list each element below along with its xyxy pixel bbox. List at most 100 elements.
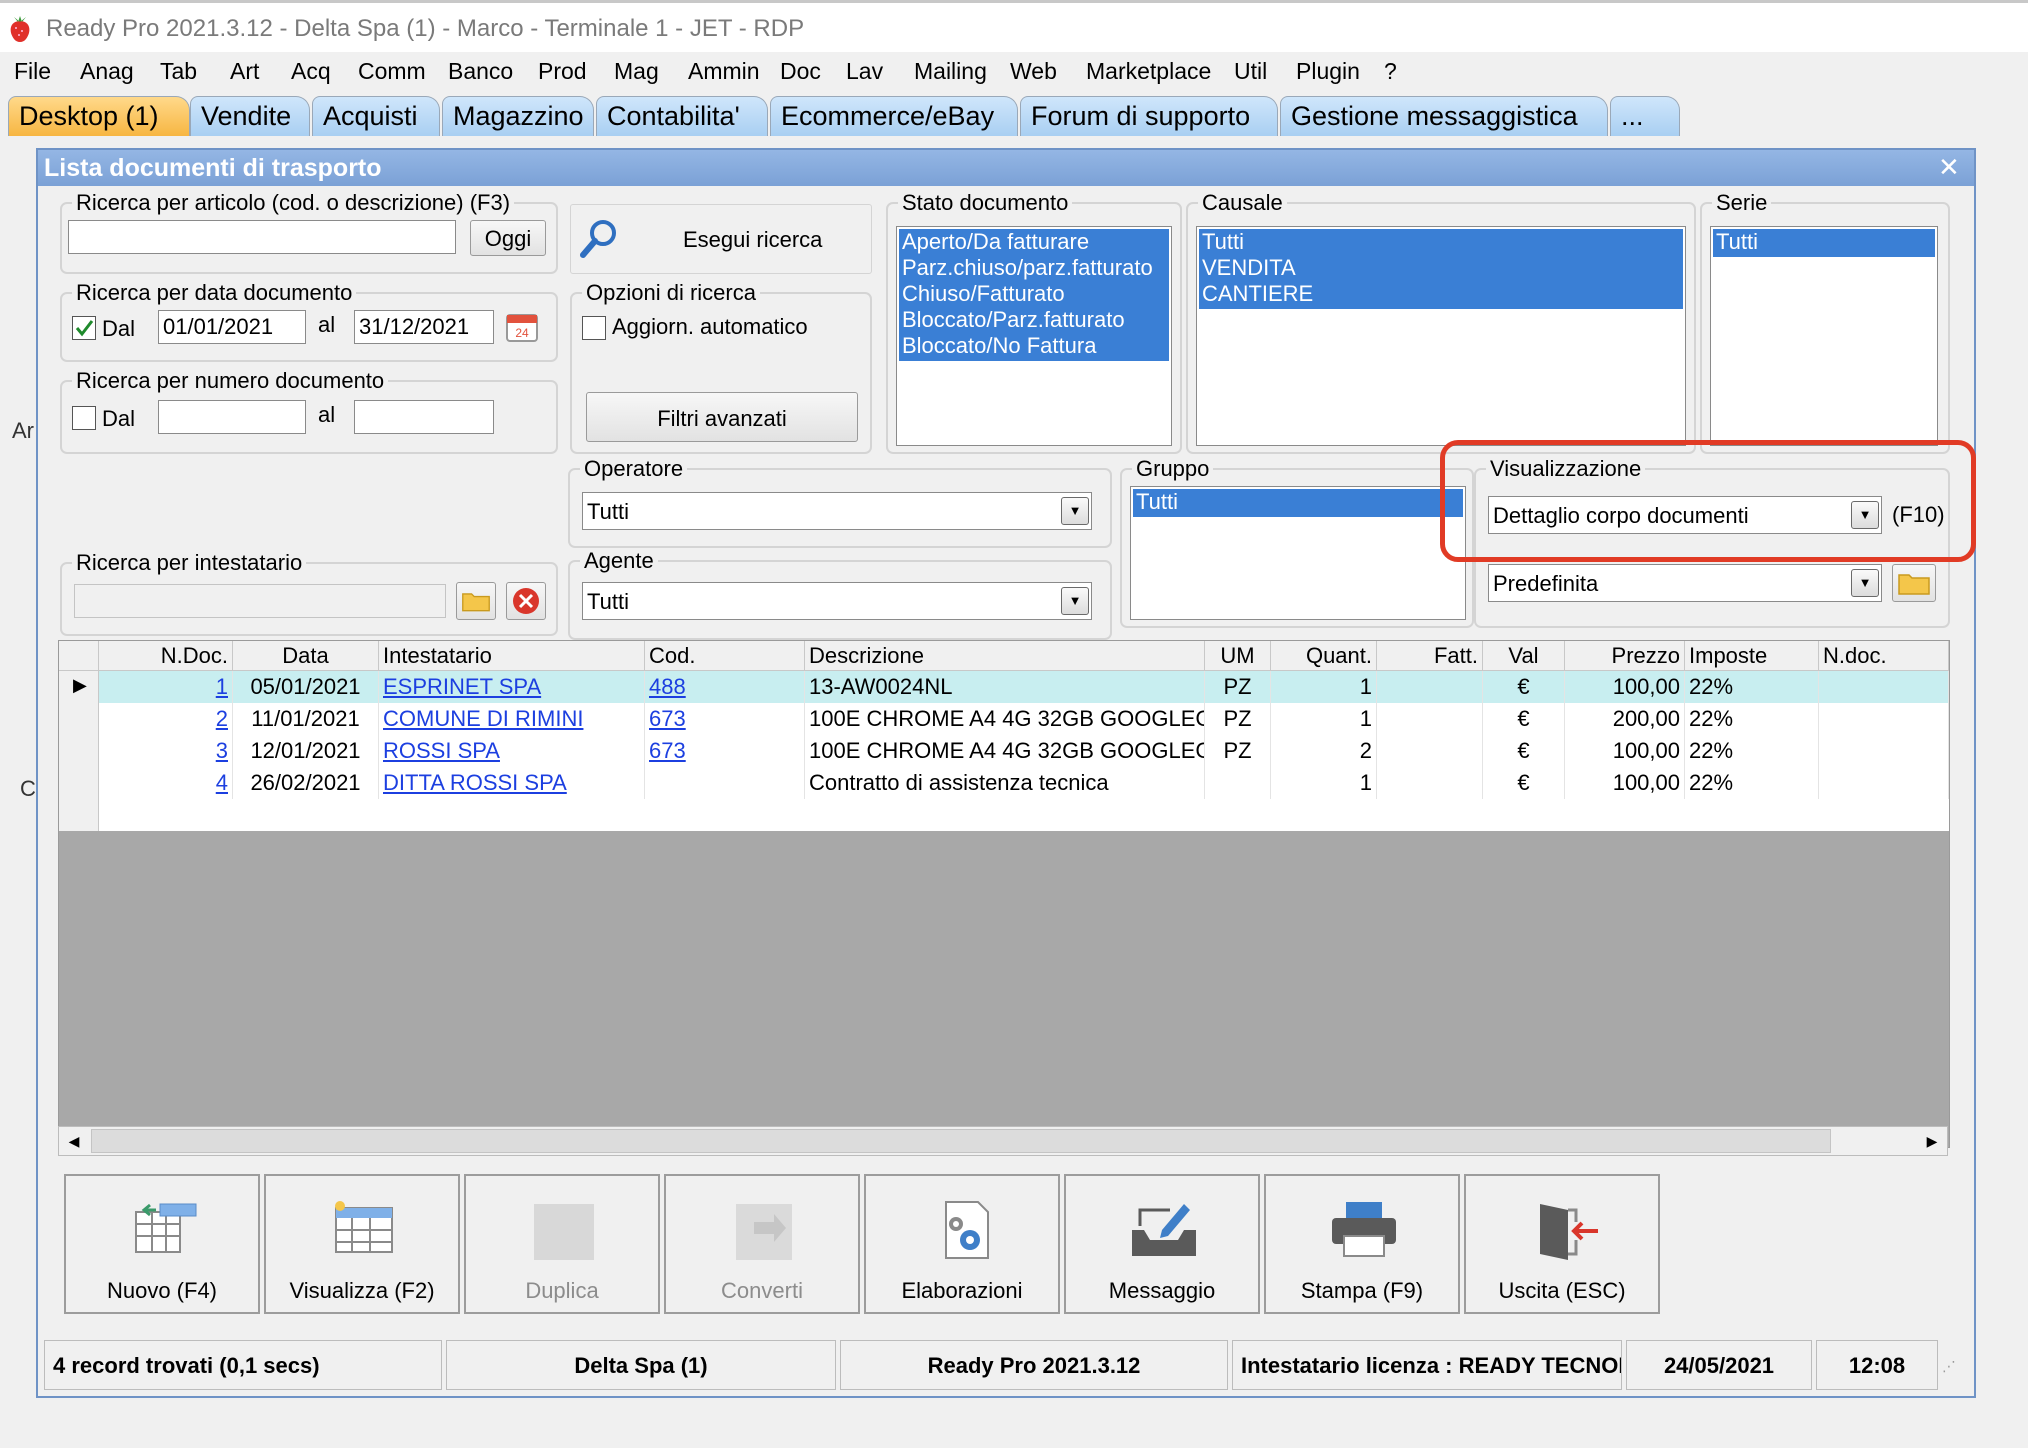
menu-prod[interactable]: Prod <box>538 58 587 85</box>
date-from-input[interactable]: 01/01/2021 <box>158 310 306 344</box>
menu-art[interactable]: Art <box>230 58 259 85</box>
auto-update-checkbox[interactable] <box>582 316 606 340</box>
today-button[interactable]: Oggi <box>470 220 546 256</box>
advanced-filters-button[interactable]: Filtri avanzati <box>586 392 858 442</box>
cell-intestatario[interactable]: ESPRINET SPA <box>383 674 541 699</box>
menu-util[interactable]: Util <box>1234 58 1267 85</box>
table-row[interactable]: 4 26/02/2021 DITTA ROSSI SPA Contratto d… <box>59 767 1949 799</box>
cell-cod[interactable]: 673 <box>649 738 686 763</box>
column-header-intestatario[interactable]: Intestatario <box>379 641 645 671</box>
menu-banco[interactable]: Banco <box>448 58 513 85</box>
print-button[interactable]: Stampa (F9) <box>1264 1174 1460 1314</box>
cell-intestatario[interactable]: DITTA ROSSI SPA <box>383 770 567 795</box>
menu-plugin[interactable]: Plugin <box>1296 58 1360 85</box>
column-header-data[interactable]: Data <box>233 641 379 671</box>
table-row-empty[interactable] <box>59 799 1949 831</box>
agente-select[interactable]: Tutti ▼ <box>582 582 1092 620</box>
table-row[interactable]: 2 11/01/2021 COMUNE DI RIMINI 673 100E C… <box>59 703 1949 735</box>
convert-button[interactable]: Converti <box>664 1174 860 1314</box>
menu-mailing[interactable]: Mailing <box>914 58 987 85</box>
serie-list[interactable]: Tutti <box>1710 226 1938 446</box>
cell-ndoc[interactable]: 4 <box>216 770 228 795</box>
menu-ammin[interactable]: Ammin <box>688 58 760 85</box>
menu-anag[interactable]: Anag <box>80 58 134 85</box>
cell-intestatario[interactable]: COMUNE DI RIMINI <box>383 706 583 731</box>
tab-forum[interactable]: Forum di supporto <box>1020 96 1278 136</box>
list-item[interactable]: Aperto/Da fatturare <box>899 229 1169 255</box>
view-button[interactable]: Visualizza (F2) <box>264 1174 460 1314</box>
folder-button[interactable] <box>1892 564 1936 602</box>
cell-cod[interactable]: 673 <box>649 706 686 731</box>
column-header-fatt[interactable]: Fatt. <box>1377 641 1483 671</box>
holder-search-input[interactable] <box>74 584 446 618</box>
number-from-input[interactable] <box>158 400 306 434</box>
menu-file[interactable]: File <box>14 58 51 85</box>
tab-magazzino[interactable]: Magazzino <box>442 96 594 136</box>
column-header-ndoc[interactable]: N.Doc. <box>99 641 233 671</box>
menu-lav[interactable]: Lav <box>846 58 883 85</box>
tab-desktop[interactable]: Desktop (1) <box>8 96 190 136</box>
column-header-ndoc2[interactable]: N.doc. <box>1819 641 1949 671</box>
list-item[interactable]: Parz.chiuso/parz.fatturato <box>899 255 1169 281</box>
menu-mag[interactable]: Mag <box>614 58 659 85</box>
tab-more[interactable]: ... <box>1610 96 1680 136</box>
menu-acq[interactable]: Acq <box>291 58 331 85</box>
menu-tab[interactable]: Tab <box>160 58 197 85</box>
calendar-icon[interactable]: 24 <box>504 310 540 344</box>
cell-ndoc[interactable]: 3 <box>216 738 228 763</box>
column-header-descrizione[interactable]: Descrizione <box>805 641 1205 671</box>
list-item[interactable]: Tutti <box>1713 229 1935 255</box>
tab-acquisti[interactable]: Acquisti <box>312 96 440 136</box>
holder-folder-button[interactable] <box>456 582 496 620</box>
article-search-input[interactable] <box>68 220 456 254</box>
list-item[interactable]: Bloccato/No Fattura <box>899 333 1169 359</box>
causale-list[interactable]: Tutti VENDITA CANTIERE <box>1196 226 1686 446</box>
column-header-cod[interactable]: Cod. <box>645 641 805 671</box>
column-header-imposte[interactable]: Imposte <box>1685 641 1819 671</box>
document-status-list[interactable]: Aperto/Da fatturare Parz.chiuso/parz.fat… <box>896 226 1172 446</box>
column-header-val[interactable]: Val <box>1483 641 1565 671</box>
number-from-checkbox[interactable] <box>72 406 96 430</box>
chevron-down-icon[interactable]: ▼ <box>1061 587 1089 615</box>
scroll-right-icon[interactable]: ▶ <box>1917 1127 1947 1155</box>
column-header-prezzo[interactable]: Prezzo <box>1565 641 1685 671</box>
list-item[interactable]: Tutti <box>1199 229 1683 255</box>
date-to-input[interactable]: 31/12/2021 <box>354 310 494 344</box>
close-icon[interactable]: ✕ <box>1938 152 1960 183</box>
scroll-left-icon[interactable]: ◀ <box>59 1127 89 1155</box>
run-search-button[interactable]: Esegui ricerca <box>570 204 872 274</box>
column-header-um[interactable]: UM <box>1205 641 1271 671</box>
operatore-select[interactable]: Tutti ▼ <box>582 492 1092 530</box>
list-item[interactable]: Tutti <box>1133 489 1463 515</box>
tab-contabilita[interactable]: Contabilita' <box>596 96 768 136</box>
list-item[interactable]: Chiuso/Fatturato <box>899 281 1169 307</box>
menu-web[interactable]: Web <box>1010 58 1057 85</box>
list-item[interactable]: VENDITA <box>1199 255 1683 281</box>
number-to-input[interactable] <box>354 400 494 434</box>
layout-select[interactable]: Predefinita ▼ <box>1488 564 1882 602</box>
table-row[interactable]: 3 12/01/2021 ROSSI SPA 673 100E CHROME A… <box>59 735 1949 767</box>
horizontal-scrollbar[interactable]: ◀ ▶ <box>58 1126 1948 1156</box>
elaborations-button[interactable]: Elaborazioni <box>864 1174 1060 1314</box>
cell-ndoc[interactable]: 1 <box>216 674 228 699</box>
tab-gestione-messaggistica[interactable]: Gestione messaggistica <box>1280 96 1608 136</box>
date-from-checkbox[interactable] <box>72 316 96 340</box>
gruppo-list[interactable]: Tutti <box>1130 486 1466 620</box>
list-item[interactable]: CANTIERE <box>1199 281 1683 307</box>
new-button[interactable]: Nuovo (F4) <box>64 1174 260 1314</box>
message-button[interactable]: Messaggio <box>1064 1174 1260 1314</box>
table-row[interactable]: ▶ 1 05/01/2021 ESPRINET SPA 488 13-AW002… <box>59 671 1949 703</box>
cell-intestatario[interactable]: ROSSI SPA <box>383 738 500 763</box>
scroll-thumb[interactable] <box>91 1129 1831 1153</box>
cell-ndoc[interactable]: 2 <box>216 706 228 731</box>
duplicate-button[interactable]: Duplica <box>464 1174 660 1314</box>
menu-comm[interactable]: Comm <box>358 58 426 85</box>
chevron-down-icon[interactable]: ▼ <box>1061 497 1089 525</box>
menu-doc[interactable]: Doc <box>780 58 821 85</box>
chevron-down-icon[interactable]: ▼ <box>1851 569 1879 597</box>
list-item[interactable]: Bloccato/Parz.fatturato <box>899 307 1169 333</box>
exit-button[interactable]: Uscita (ESC) <box>1464 1174 1660 1314</box>
tab-ecommerce[interactable]: Ecommerce/eBay <box>770 96 1018 136</box>
tab-vendite[interactable]: Vendite <box>190 96 310 136</box>
holder-clear-button[interactable] <box>506 582 546 620</box>
